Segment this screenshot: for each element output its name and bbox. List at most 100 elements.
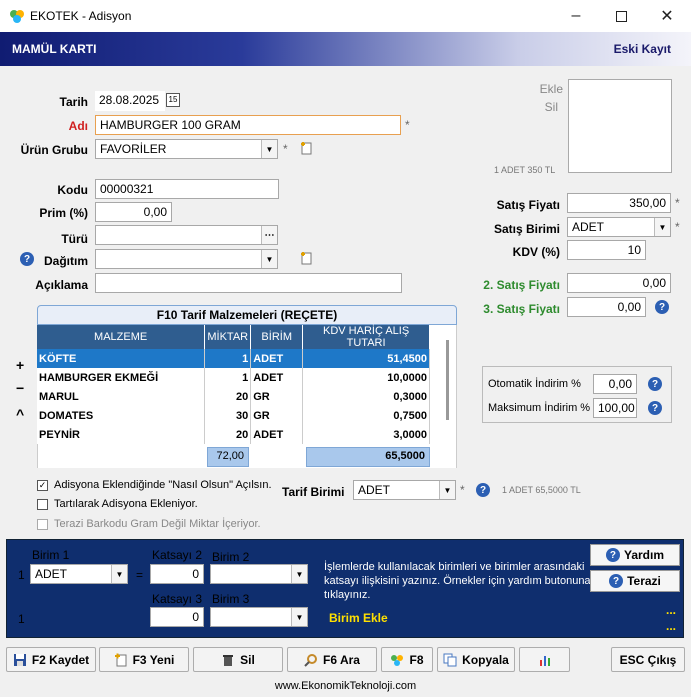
dots-link[interactable]: ... (666, 619, 676, 633)
katsayi3-label: Katsayı 3 (152, 592, 203, 606)
chevron-down-icon[interactable]: ▼ (439, 481, 455, 499)
urun-grubu-select[interactable]: FAVORİLER ▼ (95, 139, 278, 159)
prim-label: Prim (%) (39, 206, 88, 220)
ara-button[interactable]: F6 Ara (287, 647, 377, 672)
cikis-label: ESC Çıkış (619, 652, 677, 667)
sil-link[interactable]: Sil (520, 100, 558, 114)
dots-link[interactable]: ... (666, 603, 676, 617)
minimize-button[interactable]: – (553, 0, 599, 32)
chevron-down-icon[interactable]: ▼ (654, 218, 670, 236)
add-row-button[interactable]: + (16, 357, 24, 373)
table-cell: ADET (250, 349, 304, 368)
dagitim-select[interactable]: ▼ (95, 249, 278, 269)
kodu-input[interactable]: 00000321 (95, 179, 279, 199)
cikis-button[interactable]: ESC Çıkış (611, 647, 685, 672)
option-nasil-olsun[interactable]: ✓ Adisyona Eklendiğinde "Nasıl Olsun" Aç… (37, 479, 272, 491)
chevron-down-icon[interactable]: ▼ (291, 565, 307, 583)
new-document-icon[interactable] (300, 141, 314, 155)
footer-website[interactable]: www.EkonomikTeknoloji.com (0, 680, 691, 692)
tarih-label: Tarih (59, 95, 88, 109)
table-cell: 10,0000 (302, 368, 430, 387)
birim2-select[interactable]: ▼ (210, 564, 308, 584)
group-icon (391, 654, 404, 666)
table-row[interactable]: PEYNİR 20 ADET 3,0000 (37, 425, 430, 444)
kopyala-button[interactable]: Kopyala (437, 647, 515, 672)
minimize-icon: – (571, 7, 581, 24)
table-row[interactable]: KÖFTE 1 ADET 51,4500 (37, 349, 430, 368)
satis3-label: 3. Satış Fiyatı (483, 302, 560, 316)
turu-label: Türü (61, 232, 88, 246)
f8-button[interactable]: F8 (381, 647, 433, 672)
required-star: * (675, 220, 680, 234)
kaydet-label: F2 Kaydet (31, 652, 90, 667)
window-title: EKOTEK - Adisyon (30, 9, 132, 23)
remove-row-button[interactable]: − (16, 380, 24, 396)
column-header[interactable]: MALZEME (37, 325, 206, 349)
product-image[interactable] (568, 79, 672, 173)
turu-input[interactable]: ⋯ (95, 225, 278, 245)
help-icon[interactable]: ? (20, 252, 34, 266)
move-up-button[interactable]: ^ (16, 406, 24, 422)
table-row[interactable]: MARUL 20 GR 0,3000 (37, 387, 430, 406)
birim-ekle-link[interactable]: Birim Ekle (329, 611, 388, 625)
checkbox-icon (37, 518, 48, 530)
yeni-button[interactable]: F3 Yeni (99, 647, 189, 672)
yardim-button[interactable]: ? Yardım (590, 544, 680, 566)
satis3-input[interactable]: 0,00 (567, 297, 646, 317)
required-star: * (283, 142, 288, 156)
table-cell: 30 (204, 406, 252, 425)
checkbox-icon[interactable] (37, 498, 48, 510)
oto-indirim-input[interactable]: 0,00 (593, 374, 637, 394)
required-star: * (675, 196, 680, 210)
option-tartilarak[interactable]: Tartılarak Adisyona Ekleniyor. (37, 498, 198, 510)
help-icon[interactable]: ? (648, 377, 662, 391)
adi-input[interactable]: HAMBURGER 100 GRAM (95, 115, 401, 135)
new-document-icon[interactable] (300, 251, 314, 265)
new-document-icon (114, 653, 127, 666)
table-row[interactable]: DOMATES 30 GR 0,7500 (37, 406, 430, 425)
tarih-input[interactable]: 28.08.2025 (95, 91, 165, 111)
chevron-down-icon[interactable]: ▼ (111, 565, 127, 583)
search-icon (304, 653, 318, 667)
aciklama-input[interactable] (95, 273, 402, 293)
maximize-button[interactable] (598, 0, 644, 32)
tarif-birimi-select[interactable]: ADET ▼ (353, 480, 456, 500)
chevron-down-icon[interactable]: ▼ (261, 140, 277, 158)
calendar-icon[interactable]: 15 (166, 93, 180, 107)
prim-input[interactable]: 0,00 (95, 202, 172, 222)
close-button[interactable]: ✕ (644, 0, 690, 32)
sil-button[interactable]: Sil (193, 647, 283, 672)
adi-label: Adı (68, 119, 88, 133)
chevron-down-icon[interactable]: ▼ (261, 250, 277, 268)
terazi-button[interactable]: ? Terazi (590, 570, 680, 592)
ekle-link[interactable]: Ekle (520, 82, 563, 96)
ellipsis-icon[interactable]: ⋯ (261, 226, 277, 244)
eski-kayit-link[interactable]: Eski Kayıt (614, 42, 671, 56)
help-icon[interactable]: ? (648, 401, 662, 415)
kaydet-button[interactable]: F2 Kaydet (6, 647, 96, 672)
table-row[interactable]: HAMBURGER EKMEĞİ 1 ADET 10,0000 (37, 368, 430, 387)
report-button[interactable] (519, 647, 570, 672)
column-header[interactable]: KDV HARİÇ ALIŞ TUTARI (302, 325, 430, 349)
f8-label: F8 (409, 652, 424, 667)
katsayi3-input[interactable]: 0 (150, 607, 204, 627)
column-header[interactable]: MİKTAR (204, 325, 252, 349)
help-icon[interactable]: ? (655, 300, 669, 314)
max-indirim-input[interactable]: 100,00 (593, 398, 637, 418)
satis2-input[interactable]: 0,00 (567, 273, 671, 293)
grid-scrollbar[interactable] (446, 340, 449, 420)
satis-birimi-select[interactable]: ADET ▼ (567, 217, 671, 237)
column-header[interactable]: BİRİM (250, 325, 304, 349)
birim3-select[interactable]: ▼ (210, 607, 308, 627)
chevron-down-icon[interactable]: ▼ (291, 608, 307, 626)
help-icon[interactable]: ? (476, 483, 490, 497)
birim1-select[interactable]: ADET ▼ (30, 564, 128, 584)
ara-label: F6 Ara (323, 652, 360, 667)
kdv-input[interactable]: 10 (567, 240, 646, 260)
help-icon: ? (605, 548, 620, 562)
birim1-label: Birim 1 (32, 548, 70, 562)
katsayi2-input[interactable]: 0 (150, 564, 204, 584)
satis-fiyati-input[interactable]: 350,00 (567, 193, 671, 213)
checkbox-checked-icon[interactable]: ✓ (37, 479, 48, 491)
katsayi2-label: Katsayı 2 (152, 548, 203, 562)
